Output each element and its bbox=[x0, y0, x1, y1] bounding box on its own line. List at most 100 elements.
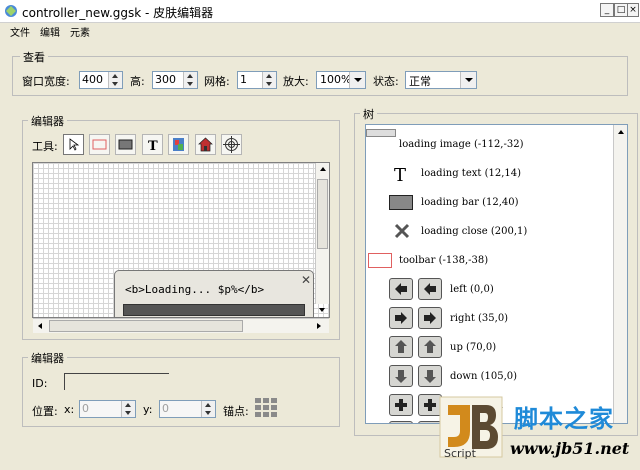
tree-vertical-scrollbar[interactable] bbox=[613, 125, 627, 423]
svg-text:T: T bbox=[394, 165, 406, 183]
tree-item-loading-text[interactable]: loading text (12,14) bbox=[421, 168, 521, 179]
left-button-icon bbox=[389, 278, 413, 300]
x-label: x: bbox=[64, 403, 75, 416]
zoom-value: 100% bbox=[320, 73, 352, 86]
app-icon bbox=[5, 5, 17, 17]
width-label: 窗口宽度: bbox=[22, 75, 70, 88]
loading-bar-preview bbox=[123, 304, 305, 316]
scroll-down-icon[interactable] bbox=[319, 308, 325, 312]
menu-file[interactable]: 文件 bbox=[10, 24, 30, 39]
tree-item-loading-image[interactable]: loading image (-112,-32) bbox=[399, 139, 524, 150]
maximize-button[interactable]: □ bbox=[614, 3, 628, 17]
bar-tool-button[interactable] bbox=[115, 134, 136, 155]
id-input[interactable] bbox=[64, 373, 169, 390]
position-label: 位置: bbox=[32, 405, 58, 418]
tree-scroll-up-icon[interactable] bbox=[618, 130, 624, 134]
y-label: y: bbox=[143, 403, 153, 416]
up-button-icon bbox=[389, 336, 413, 358]
down-button-pressed-icon bbox=[418, 365, 442, 387]
height-value: 300 bbox=[155, 73, 176, 86]
state-label: 状态: bbox=[373, 75, 399, 88]
scroll-left-icon[interactable] bbox=[38, 323, 42, 329]
button-tool-button[interactable] bbox=[195, 134, 216, 155]
close-x-icon bbox=[394, 223, 410, 239]
up-button-pressed-icon bbox=[418, 336, 442, 358]
state-select[interactable]: 正常 bbox=[405, 71, 477, 89]
y-value: 0 bbox=[162, 402, 169, 415]
zoom-select[interactable]: 100% bbox=[316, 71, 366, 89]
window-title: controller_new.ggsk - 皮肤编辑器 bbox=[22, 6, 214, 20]
tree-item-up[interactable]: up (70,0) bbox=[450, 342, 496, 353]
right-button-icon bbox=[389, 307, 413, 329]
watermark-site: 脚本之家 bbox=[514, 405, 614, 433]
watermark-script: Script bbox=[444, 447, 476, 460]
x-spinner[interactable]: 0 bbox=[79, 400, 136, 418]
properties-legend: 编辑器 bbox=[28, 350, 67, 366]
height-spinner[interactable]: 300 bbox=[152, 71, 198, 89]
select-tool-button[interactable] bbox=[63, 134, 84, 155]
scroll-right-icon[interactable] bbox=[317, 323, 321, 329]
view-legend: 查看 bbox=[20, 49, 48, 65]
width-value: 400 bbox=[82, 73, 103, 86]
y-spinner[interactable]: 0 bbox=[159, 400, 216, 418]
loading-image-icon bbox=[366, 129, 396, 137]
menu-element[interactable]: 元素 bbox=[70, 24, 90, 39]
text-icon: T bbox=[394, 165, 406, 183]
editor-legend: 编辑器 bbox=[28, 113, 67, 129]
rectangle-icon bbox=[92, 139, 107, 150]
down-button-icon bbox=[389, 365, 413, 387]
watermark-url: www.jb51.net bbox=[510, 439, 630, 458]
house-icon bbox=[198, 137, 213, 152]
tree-item-loading-close[interactable]: loading close (200,1) bbox=[421, 226, 527, 237]
id-label: ID: bbox=[32, 377, 48, 390]
tree-item-toolbar[interactable]: toolbar (-138,-38) bbox=[399, 255, 488, 266]
bar-icon bbox=[389, 195, 413, 210]
tree-legend: 树 bbox=[360, 106, 377, 122]
close-button[interactable]: × bbox=[627, 3, 639, 17]
tree-item-loading-bar[interactable]: loading bar (12,40) bbox=[421, 197, 519, 208]
minimize-button[interactable]: _ bbox=[600, 3, 614, 17]
grid-value: 1 bbox=[240, 73, 247, 86]
scroll-up-icon[interactable] bbox=[320, 167, 326, 171]
loading-panel-preview[interactable]: <b>Loading... $p%</b> ✕ bbox=[114, 270, 314, 318]
tree-item-down[interactable]: down (105,0) bbox=[450, 371, 517, 382]
height-label: 高: bbox=[130, 75, 145, 88]
grid-spinner[interactable]: 1 bbox=[237, 71, 277, 89]
menu-bar: 文件 编辑 元素 bbox=[0, 22, 640, 39]
image-tool-button[interactable] bbox=[168, 134, 189, 155]
zoom-label: 放大: bbox=[283, 75, 309, 88]
width-spinner[interactable]: 400 bbox=[79, 71, 123, 89]
filled-box-icon bbox=[118, 139, 133, 150]
image-icon bbox=[173, 138, 184, 151]
tree-item-right[interactable]: right (35,0) bbox=[450, 313, 508, 324]
tools-label: 工具: bbox=[32, 140, 58, 153]
anchor-grid-icon[interactable] bbox=[255, 398, 277, 418]
tree-view[interactable]: loading image (-112,-32) T loading text … bbox=[365, 124, 628, 424]
menu-edit[interactable]: 编辑 bbox=[40, 24, 60, 39]
scroll-down-area[interactable] bbox=[315, 303, 329, 318]
right-button-pressed-icon bbox=[418, 307, 442, 329]
text-tool-button[interactable]: T bbox=[142, 134, 163, 155]
next-button-icon bbox=[389, 421, 413, 423]
rectangle-tool-button[interactable] bbox=[89, 134, 110, 155]
loading-text-preview: <b>Loading... $p%</b> bbox=[125, 283, 265, 296]
title-bar: controller_new.ggsk - 皮肤编辑器 _ □ × bbox=[0, 0, 640, 23]
x-value: 0 bbox=[82, 402, 89, 415]
text-icon: T bbox=[148, 139, 158, 154]
crosshair-icon bbox=[223, 136, 240, 153]
state-value: 正常 bbox=[409, 75, 431, 88]
left-button-pressed-icon bbox=[418, 278, 442, 300]
watermark: Script 脚本之家 www.jb51.net bbox=[430, 395, 640, 470]
canvas-horizontal-scrollbar[interactable] bbox=[33, 318, 329, 333]
close-icon[interactable]: ✕ bbox=[301, 273, 311, 287]
grid-label: 网格: bbox=[204, 75, 230, 88]
vertical-scroll-thumb[interactable] bbox=[317, 179, 328, 249]
horizontal-scroll-thumb[interactable] bbox=[49, 320, 243, 332]
tree-item-left[interactable]: left (0,0) bbox=[450, 284, 494, 295]
svg-text:T: T bbox=[148, 139, 158, 154]
rectangle-icon bbox=[368, 253, 392, 268]
pointer-icon bbox=[69, 138, 80, 151]
canvas-vertical-scrollbar[interactable] bbox=[315, 163, 329, 304]
plus-button-icon bbox=[389, 394, 413, 416]
hotspot-tool-button[interactable] bbox=[221, 134, 242, 155]
